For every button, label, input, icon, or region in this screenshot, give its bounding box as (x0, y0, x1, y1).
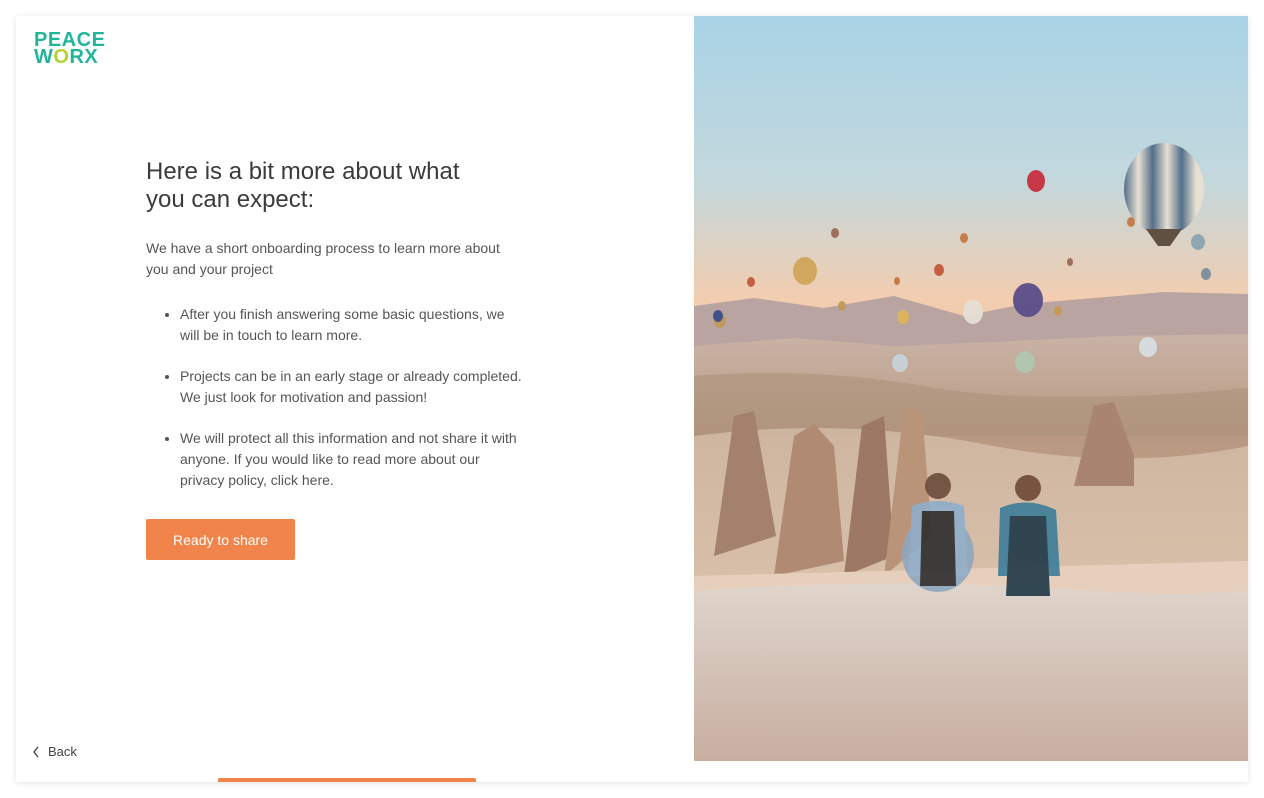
onboarding-card: PEACE WORX Here is a bit more about what… (16, 16, 1248, 782)
page-title: Here is a bit more about what you can ex… (146, 158, 460, 213)
hero-image (694, 16, 1248, 761)
peaceworx-logo[interactable]: PEACE WORX (34, 30, 105, 68)
list-item[interactable]: We will protect all this information and… (180, 428, 526, 491)
intro-text: We have a short onboarding process to le… (146, 240, 500, 277)
list-item: After you finish answering some basic qu… (180, 304, 526, 346)
expectations-list: After you finish answering some basic qu… (146, 304, 526, 491)
ready-to-share-button[interactable]: Ready to share (146, 519, 295, 560)
logo-line-2: WORX (34, 46, 99, 68)
back-label: Back (48, 744, 77, 759)
progress-bar (218, 778, 476, 782)
chevron-left-icon (33, 746, 39, 757)
info-section: Here is a bit more about what you can ex… (146, 158, 526, 511)
list-item: Projects can be in an early stage or alr… (180, 366, 526, 408)
back-link[interactable]: Back (32, 744, 77, 759)
